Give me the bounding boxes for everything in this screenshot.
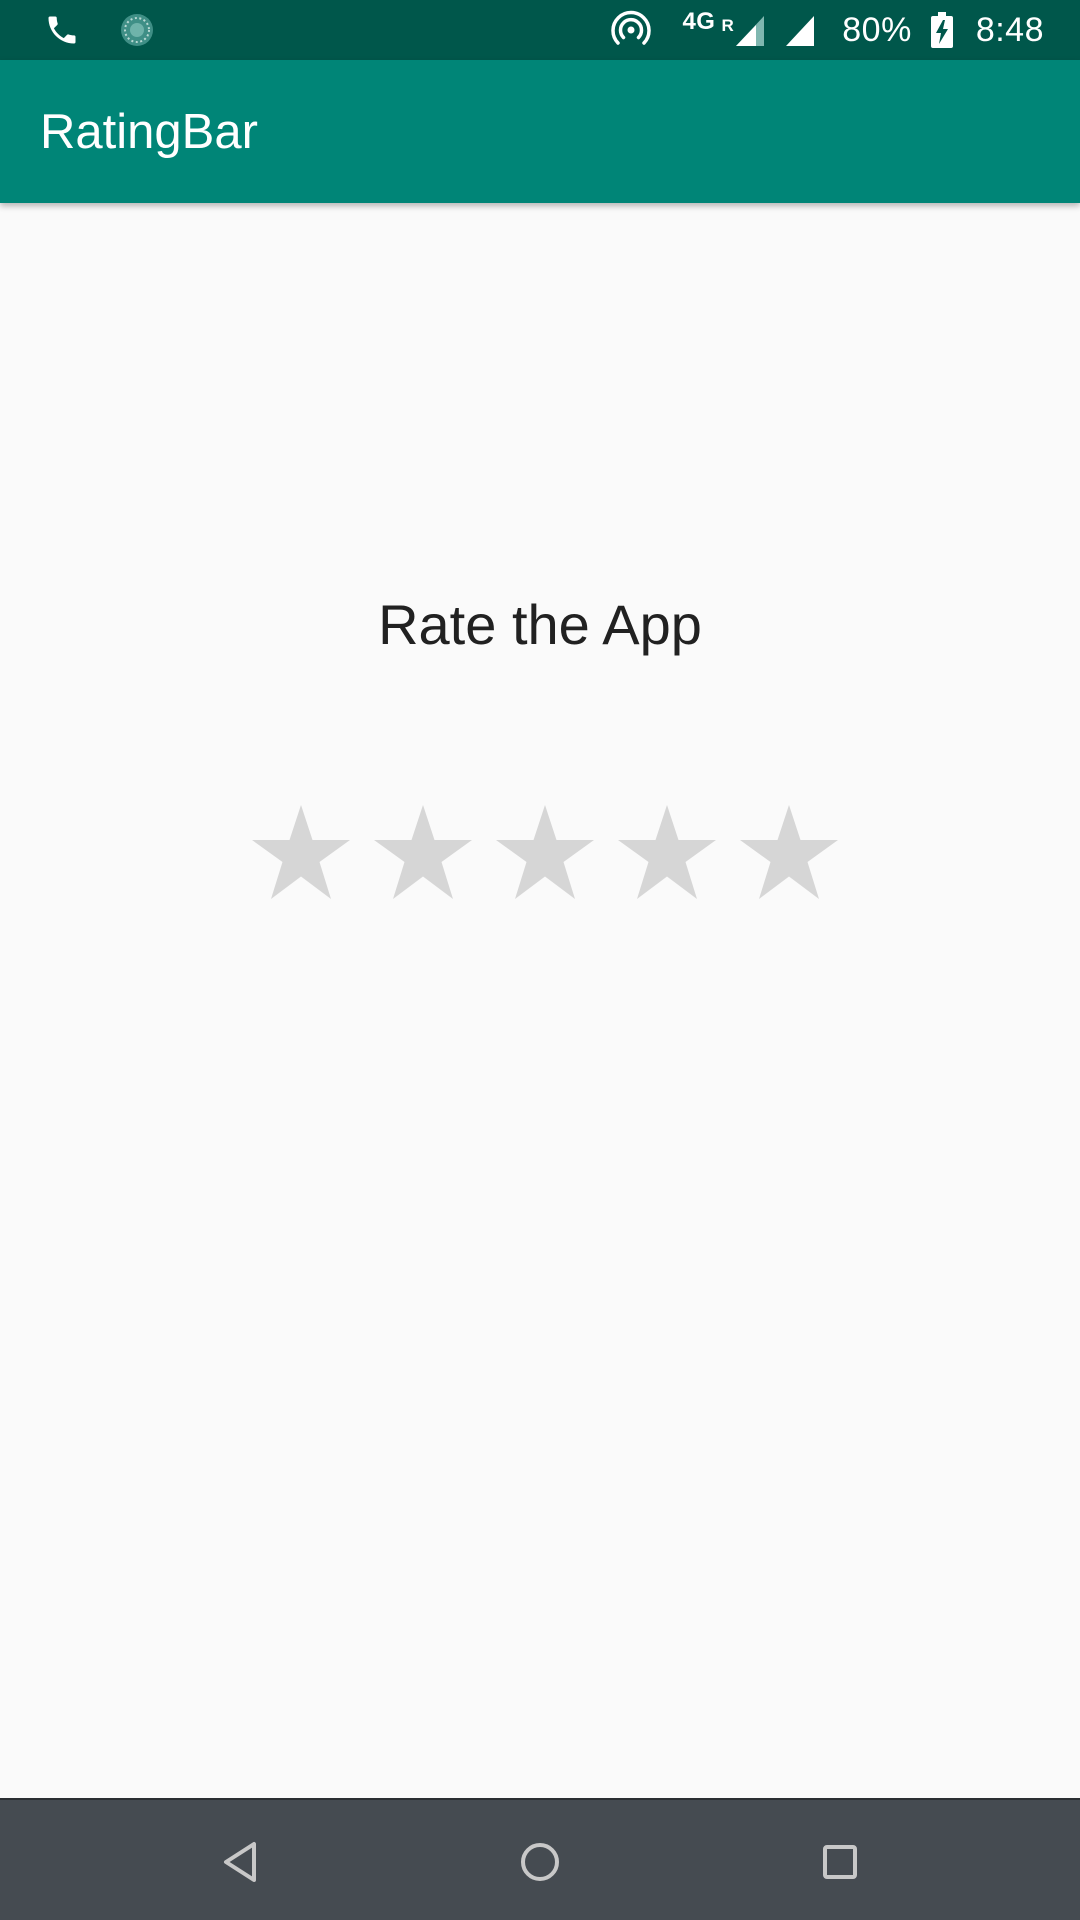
- main-content: Rate the App: [0, 203, 1080, 1798]
- phone-icon: [44, 12, 80, 48]
- back-icon: [224, 1842, 256, 1882]
- screen: 4G R 80% 8:48 RatingBar Rate the App: [0, 0, 1080, 1920]
- home-icon: [521, 1843, 559, 1881]
- status-bar: 4G R 80% 8:48: [0, 0, 1080, 60]
- status-bar-right: 4G R 80% 8:48: [610, 0, 1044, 60]
- back-button[interactable]: [200, 1822, 280, 1902]
- star-icon: [740, 805, 838, 899]
- status-bar-left: [44, 10, 156, 50]
- battery-percent: 80%: [842, 10, 912, 49]
- app-bar: RatingBar: [0, 60, 1080, 203]
- star-4[interactable]: [606, 793, 728, 913]
- signal-icon: [784, 12, 816, 48]
- star-icon: [252, 805, 350, 899]
- nav-bar: [0, 1798, 1080, 1920]
- battery-charging-icon: [930, 11, 954, 49]
- network-type: 4G: [682, 8, 716, 35]
- star-2[interactable]: [362, 793, 484, 913]
- star-3[interactable]: [484, 793, 606, 913]
- recents-icon: [823, 1845, 857, 1879]
- status-time: 8:48: [975, 10, 1044, 49]
- rate-heading: Rate the App: [378, 593, 702, 656]
- star-5[interactable]: [728, 793, 850, 913]
- star-icon: [618, 805, 716, 899]
- rating-bar[interactable]: [240, 793, 850, 913]
- roaming-label: R: [721, 16, 735, 35]
- recents-button[interactable]: [800, 1822, 880, 1902]
- app-title: RatingBar: [40, 105, 258, 159]
- star-1[interactable]: [240, 793, 362, 913]
- star-icon: [374, 805, 472, 899]
- home-button[interactable]: [500, 1822, 580, 1902]
- star-icon: [496, 805, 594, 899]
- sync-icon: [118, 11, 156, 49]
- hotspot-icon: [610, 9, 652, 51]
- signal-roaming-icon: [734, 12, 766, 48]
